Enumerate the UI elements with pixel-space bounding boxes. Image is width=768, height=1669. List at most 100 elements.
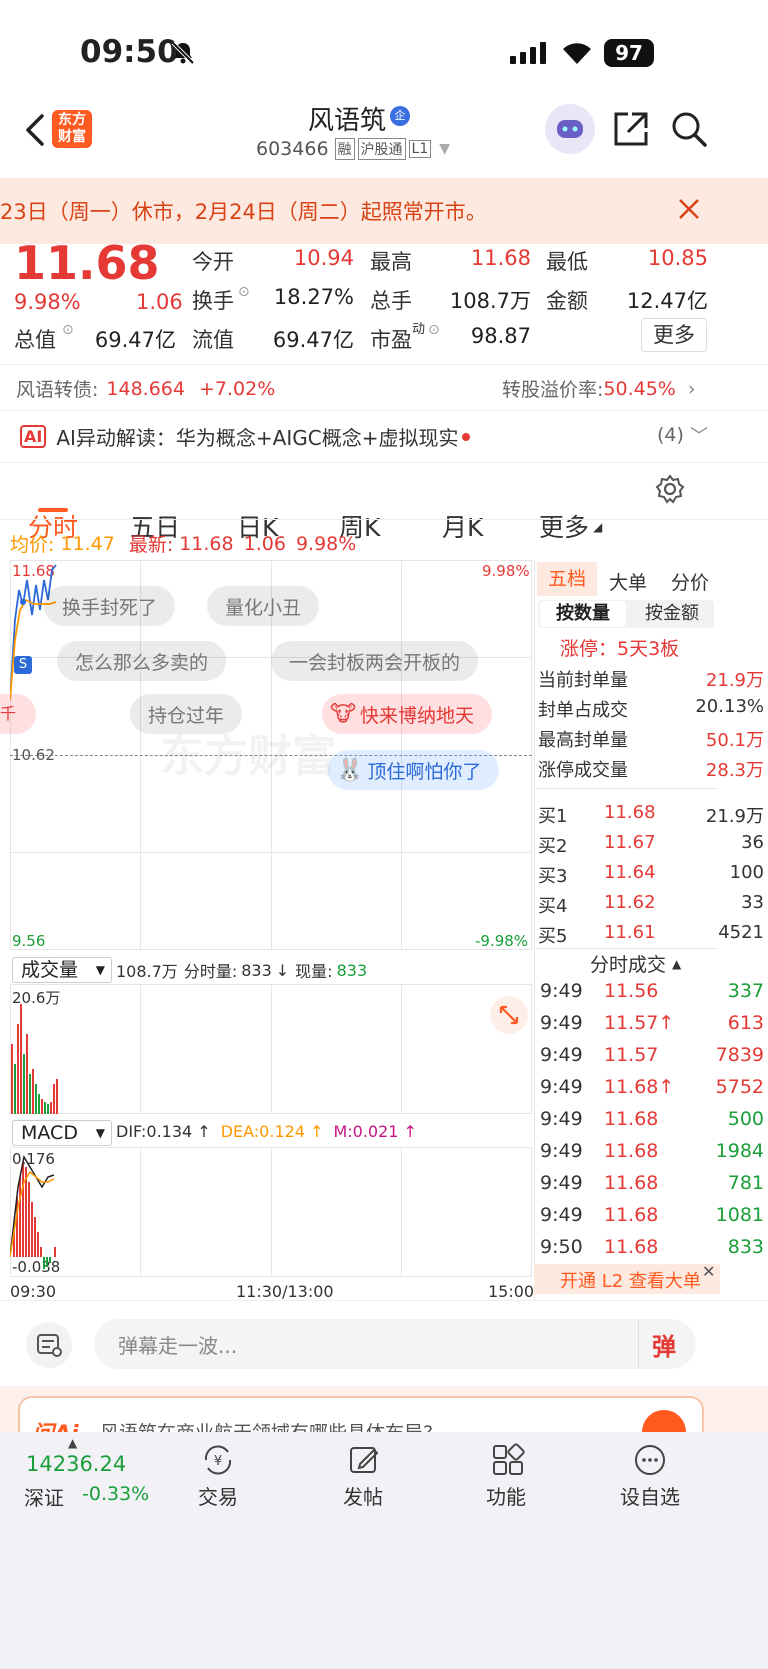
trade-time: 9:49 — [540, 1172, 583, 1194]
bell-muted-icon — [170, 40, 196, 70]
watchlist-icon[interactable] — [632, 1442, 668, 1482]
turnover-value: 18.27% — [273, 285, 354, 309]
ai-ask-card[interactable]: 问Ai 风语筑在商业航天领域有哪些具体布局? — [18, 1396, 704, 1436]
pe-sup: 动 — [412, 322, 426, 337]
ai-count[interactable]: (4) — [657, 424, 684, 446]
danmu-item-highlight[interactable]: 🐮 快来博纳地天 — [322, 694, 493, 734]
emoji-icon: 🐮 — [330, 701, 357, 727]
volume-label: 总手 — [370, 289, 412, 313]
sell-marker[interactable]: S — [14, 656, 32, 674]
current-price: 11.68 — [14, 236, 160, 290]
hgt-tag: 沪股通 — [357, 138, 406, 160]
open-label: 今开 — [192, 250, 234, 274]
divider — [0, 410, 768, 411]
caret-down-icon[interactable]: ▼ — [439, 141, 450, 157]
index-name[interactable]: 深证 — [24, 1482, 64, 1511]
divider — [0, 462, 768, 463]
cellular-signal-icon — [510, 42, 550, 68]
expand-icon[interactable] — [490, 996, 528, 1034]
trade-volume: 613 — [727, 1012, 764, 1034]
chevron-down-icon[interactable]: ﹀ — [690, 422, 708, 448]
tab-more[interactable]: 更多 — [539, 508, 589, 544]
close-icon[interactable]: ✕ — [702, 1262, 715, 1281]
share-icon[interactable] — [612, 110, 650, 152]
trade-icon[interactable]: ¥ — [200, 1442, 236, 1482]
ai-text: AI异动解读：华为概念+AIGC概念+虚拟现实 — [56, 426, 459, 450]
trade-price: 11.68 — [604, 1204, 659, 1226]
premium-row[interactable]: 转股溢价率: 50.45% › — [502, 375, 695, 402]
nav-functions[interactable]: 功能 — [446, 1481, 566, 1510]
stock-name: 风语筑 — [308, 106, 387, 136]
macd-bars — [10, 1154, 56, 1269]
panel-divider — [534, 560, 535, 1300]
info-icon[interactable]: ⊙ — [428, 322, 440, 338]
danmu-item[interactable]: 怎么那么多卖的 — [57, 641, 227, 681]
tab-monthly-k[interactable]: 月K — [442, 508, 483, 544]
info-icon[interactable]: ⊙ — [62, 322, 74, 338]
settings-icon[interactable] — [655, 474, 685, 508]
trade-volume: 7839 — [715, 1044, 764, 1066]
convertible-bond-row[interactable]: 风语转债: 148.664 +7.02% — [16, 375, 275, 402]
info-icon[interactable]: ⊙ — [238, 284, 250, 300]
market-cap-value: 69.47亿 — [94, 328, 176, 352]
comment-input[interactable]: 弹幕走一波... 弹 — [94, 1319, 696, 1369]
index-value[interactable]: 14236.24 — [26, 1452, 126, 1476]
avg-label: 均价: — [10, 534, 55, 556]
index-pct[interactable]: -0.33% — [82, 1483, 149, 1505]
high-value: 11.68 — [470, 246, 531, 270]
trade-volume: 1984 — [715, 1140, 764, 1162]
volume-indicator-select[interactable]: 成交量 ▼ — [12, 957, 112, 983]
tab-price-distribution[interactable]: 分价 — [671, 568, 709, 595]
pct-axis-top: 9.98% — [482, 562, 530, 580]
volume-value: 108.7万 — [449, 289, 531, 313]
macd-indicator-select[interactable]: MACD ▼ — [12, 1120, 112, 1146]
caret-icon: ◢ — [593, 520, 603, 534]
subtab-by-amount[interactable]: 按金额 — [630, 601, 714, 627]
danmu-settings-icon[interactable] — [26, 1322, 72, 1368]
danmu-item[interactable]: 换手封死了 — [44, 586, 176, 626]
trades-title[interactable]: 分时成交 ▲ — [590, 950, 681, 977]
change-value: 1.06 — [136, 290, 183, 314]
more-button[interactable]: 更多 — [641, 318, 707, 352]
trade-volume: 5752 — [715, 1076, 764, 1098]
nav-add-watchlist[interactable]: 设自选 — [590, 1481, 710, 1510]
price-axis-mid: 10.62 — [12, 746, 55, 764]
latest-pct: 9.98% — [295, 532, 357, 555]
subtab-by-quantity[interactable]: 按数量 — [540, 601, 626, 627]
back-icon[interactable] — [20, 110, 50, 150]
danmu-item-highlight[interactable]: 🐰 顶住啊怕你了 — [328, 750, 500, 790]
time-axis-mid: 11:30/13:00 — [236, 1282, 334, 1301]
volume-stats: 108.7万 分时量: 833 ↓ 现量: 833 — [116, 960, 368, 982]
open-value: 10.94 — [293, 246, 354, 270]
danmu-item[interactable]: 持仓过年 — [130, 694, 243, 734]
market-closed-banner: 23日（周一）休市，2月24日（周二）起照常开市。 — [0, 178, 768, 244]
danmu-item[interactable]: 一会封板两会开板的 — [271, 641, 479, 681]
post-icon[interactable] — [346, 1442, 382, 1482]
tab-five-level[interactable]: 五档 — [537, 562, 597, 596]
nav-post[interactable]: 发帖 — [303, 1481, 423, 1510]
market-cap-label: 总值 — [14, 328, 56, 352]
l2-cta-bar[interactable]: 开通 L2 查看大单 ✕ — [534, 1262, 720, 1294]
robot-assistant-icon[interactable] — [545, 104, 595, 154]
danmu-toggle-button[interactable]: 弹 — [652, 1327, 676, 1362]
functions-icon[interactable] — [490, 1442, 526, 1482]
search-icon[interactable] — [670, 110, 708, 152]
battery-icon: 97 — [604, 39, 654, 67]
chevron-right-icon: › — [687, 377, 696, 400]
trade-time: 9:49 — [540, 1108, 583, 1130]
trade-time: 9:49 — [540, 1204, 583, 1226]
nav-trade[interactable]: 交易 — [158, 1481, 278, 1510]
macd-stats: DIF:0.134 ↑ DEA:0.124 ↑ M:0.021 ↑ — [116, 1122, 417, 1141]
tab-big-order[interactable]: 大单 — [609, 568, 647, 595]
ai-insight-row[interactable]: AI AI异动解读：华为概念+AIGC概念+虚拟现实 — [20, 422, 471, 451]
trade-price: 11.56 — [604, 980, 659, 1002]
close-icon[interactable] — [676, 196, 702, 226]
enterprise-badge: 企 — [390, 106, 410, 126]
trade-time: 9:50 — [540, 1236, 583, 1258]
danmu-item[interactable]: 量化小丑 — [207, 586, 320, 626]
intraday-summary: 均价: 11.47 最新: 11.68 1.06 9.98% — [10, 530, 356, 557]
status-bar: 09:50 97 — [0, 0, 768, 110]
divider — [0, 519, 768, 520]
pct-axis-bottom: -9.98% — [475, 932, 529, 950]
trade-price: 11.68↑ — [604, 1076, 675, 1098]
